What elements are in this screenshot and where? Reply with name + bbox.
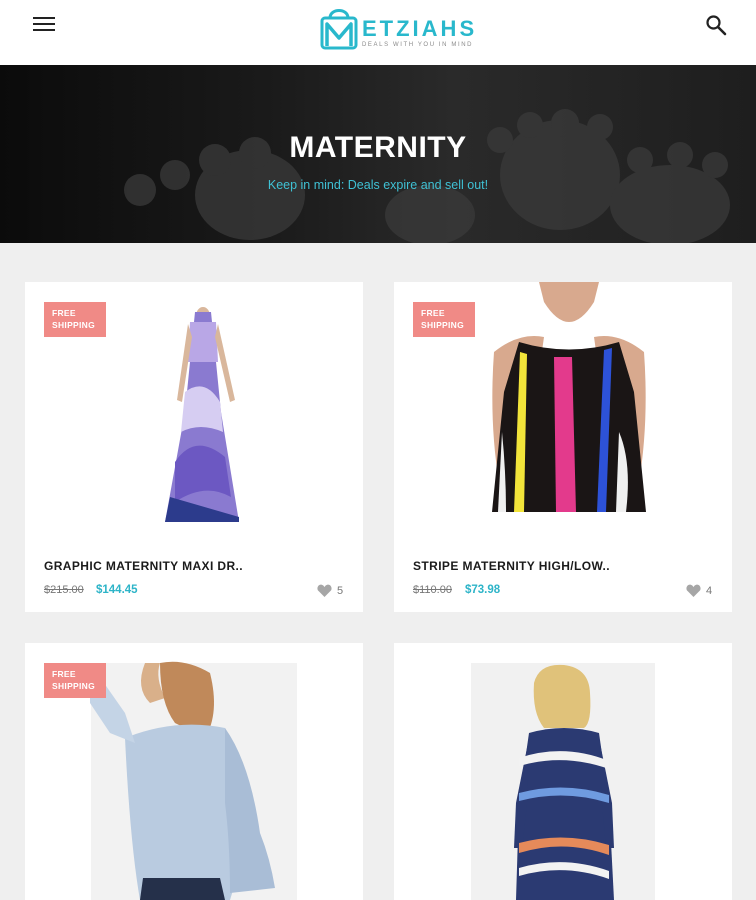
like-button[interactable]: 4	[686, 583, 726, 599]
logo-wordmark: ETZIAHS	[362, 16, 478, 41]
like-count: 4	[706, 585, 713, 597]
search-icon[interactable]	[705, 14, 727, 36]
category-title: MATERNITY	[289, 131, 467, 164]
product-card[interactable]: FREE SHIPPING STRIPE MATERNITY HIGH/LOW.…	[394, 282, 732, 612]
product-card[interactable]: FREE SHIPPING	[25, 643, 363, 900]
logo-tagline: DEALS WITH YOU IN MIND	[362, 42, 474, 48]
hamburger-menu-icon[interactable]	[33, 14, 57, 34]
original-price: $215.00	[44, 584, 84, 596]
like-button[interactable]: 5	[317, 583, 357, 599]
sale-price: $73.98	[465, 584, 501, 596]
heart-icon	[686, 584, 701, 597]
like-count: 5	[337, 585, 344, 597]
product-title[interactable]: GRAPHIC MATERNITY MAXI DR..	[44, 559, 243, 573]
category-subtitle: Keep in mind: Deals expire and sell out!	[267, 178, 489, 192]
sale-price: $144.45	[96, 584, 138, 596]
product-image-printed-shift-dress	[471, 663, 655, 900]
free-shipping-badge: FREE SHIPPING	[44, 302, 106, 337]
top-app-bar: ETZIAHS DEALS WITH YOU IN MIND	[0, 0, 756, 65]
free-shipping-badge: FREE SHIPPING	[44, 663, 106, 698]
category-hero-banner: MATERNITY Keep in mind: Deals expire and…	[0, 65, 756, 243]
shopping-bag-logo-icon	[320, 9, 358, 50]
product-card[interactable]	[394, 643, 732, 900]
product-card[interactable]: FREE SHIPPING GRAPHIC MATERNITY MAXI DR.…	[25, 282, 363, 612]
brand-logo[interactable]: ETZIAHS DEALS WITH YOU IN MIND	[318, 6, 493, 56]
heart-icon	[317, 584, 332, 597]
original-price: $110.00	[413, 584, 452, 596]
free-shipping-badge: FREE SHIPPING	[413, 302, 475, 337]
product-title[interactable]: STRIPE MATERNITY HIGH/LOW..	[413, 559, 610, 573]
